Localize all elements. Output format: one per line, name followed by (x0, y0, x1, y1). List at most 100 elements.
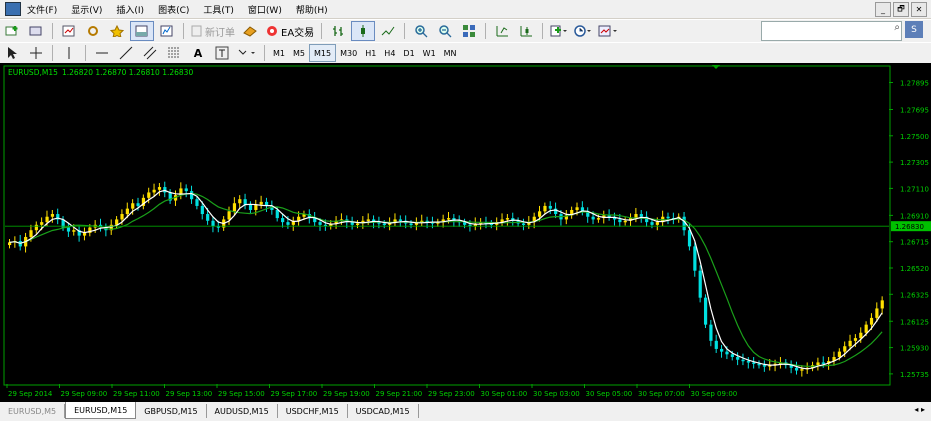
auto-scroll-icon[interactable] (515, 22, 537, 40)
price-tick-label: 1.25930 (900, 345, 929, 353)
tab-usdcad-m15[interactable]: USDCAD,M15 (348, 404, 419, 418)
tab-eurusd-m15[interactable]: EURUSD,M15 (65, 402, 137, 419)
timeframe-h4[interactable]: H4 (380, 45, 399, 61)
candle-body (709, 324, 713, 341)
candlestick-chart-icon[interactable] (351, 21, 376, 41)
terminal-icon[interactable] (130, 21, 154, 41)
timeframe-m15[interactable]: M15 (309, 44, 337, 62)
channel-icon[interactable] (139, 44, 161, 62)
close-button[interactable]: ✕ (911, 2, 927, 17)
timeframe-m1[interactable]: M1 (269, 45, 289, 61)
minimize-button[interactable]: _ (875, 2, 891, 17)
line-chart-icon[interactable] (377, 22, 399, 40)
candle-body (29, 230, 33, 237)
time-tick-label: 29 Sep 11:00 (113, 390, 160, 398)
candle-body (275, 209, 279, 219)
time-tick-label: 29 Sep 15:00 (218, 390, 265, 398)
indicators-icon[interactable] (548, 22, 570, 40)
candle-body (366, 219, 370, 221)
metaeditor-icon[interactable] (239, 22, 261, 40)
candle-body (50, 214, 55, 217)
candle-body (232, 203, 237, 212)
candle-body (816, 362, 820, 366)
candle-body (259, 201, 263, 205)
tab-scroll-arrows-icon[interactable]: ◂ ▸ (914, 405, 925, 414)
tab-gbpusd-m15[interactable]: GBPUSD,M15 (136, 404, 207, 418)
toolbar-separator (52, 23, 53, 39)
horizontal-line-icon[interactable] (91, 44, 113, 62)
tile-windows-icon[interactable] (458, 22, 480, 40)
new-chart-icon[interactable] (1, 22, 23, 40)
candle-body (120, 214, 124, 220)
restore-button[interactable]: 🗗 (893, 2, 909, 17)
arrows-dropdown-icon[interactable] (235, 44, 259, 62)
candle-body (200, 205, 204, 215)
menu-help[interactable]: 帮助(H) (296, 3, 328, 16)
time-tick-label: 30 Sep 03:00 (533, 390, 580, 398)
candle-body (147, 192, 151, 198)
timeframe-d1[interactable]: D1 (399, 45, 418, 61)
price-tick-label: 1.27695 (900, 106, 929, 114)
cursor-icon[interactable] (1, 44, 23, 62)
zoom-in-icon[interactable] (410, 22, 432, 40)
timeframe-m30[interactable]: M30 (336, 45, 361, 61)
candle-body (40, 222, 44, 225)
trendline-icon[interactable] (115, 44, 137, 62)
candle-body (693, 246, 697, 271)
tab-eurusd-m5[interactable]: EURUSD,M5 (0, 404, 66, 418)
price-tick-label: 1.26910 (900, 212, 929, 220)
menu-window[interactable]: 窗口(W) (248, 3, 282, 16)
bar-chart-icon[interactable] (327, 22, 349, 40)
price-tick-label: 1.27895 (900, 80, 929, 88)
toolbar-separator (264, 45, 265, 61)
favorites-icon[interactable] (106, 22, 128, 40)
toolbar-separator (85, 45, 86, 61)
candle-body (591, 216, 595, 220)
text-icon[interactable]: A (187, 44, 209, 62)
menu-file[interactable]: 文件(F) (27, 3, 57, 16)
candle-body (666, 216, 670, 219)
new-order-label: 新订单 (205, 27, 235, 39)
menu-charts[interactable]: 图表(C) (158, 3, 189, 16)
text-label-icon[interactable] (211, 44, 233, 62)
zoom-out-icon[interactable] (434, 22, 456, 40)
fibonacci-icon[interactable] (163, 44, 185, 62)
menu-insert[interactable]: 插入(I) (116, 3, 144, 16)
tab-usdchf-m15[interactable]: USDCHF,M15 (278, 404, 348, 418)
timeframe-m5[interactable]: M5 (289, 45, 309, 61)
signals-button[interactable]: S (905, 21, 923, 38)
price-tick-label: 1.26715 (900, 239, 929, 247)
search-icon[interactable]: ⌕ (894, 22, 900, 33)
chart-shift-icon[interactable] (491, 22, 513, 40)
candle-body (227, 211, 231, 220)
crosshair-icon[interactable] (25, 44, 47, 62)
menu-tools[interactable]: 工具(T) (203, 3, 234, 16)
candle-body (800, 369, 804, 371)
time-tick-label: 30 Sep 09:00 (691, 390, 738, 398)
tab-audusd-m15[interactable]: AUDUSD,M15 (207, 404, 278, 418)
candle-body (821, 362, 825, 364)
profiles-icon[interactable] (25, 22, 47, 40)
templates-icon[interactable] (596, 22, 620, 40)
timeframe-mn[interactable]: MN (440, 45, 461, 61)
search-input[interactable] (761, 21, 902, 41)
candle-body (736, 357, 740, 360)
navigator-icon[interactable] (82, 22, 104, 40)
new-order-button[interactable]: 新订单 (189, 22, 237, 40)
timeframe-h1[interactable]: H1 (361, 45, 380, 61)
timeframe-w1[interactable]: W1 (419, 45, 440, 61)
candle-body (794, 367, 799, 371)
window-controls: _ 🗗 ✕ (875, 2, 927, 17)
market-watch-icon[interactable] (58, 22, 80, 40)
toolbar-separator (542, 23, 544, 39)
strategy-tester-icon[interactable] (156, 22, 178, 40)
periods-icon[interactable] (572, 22, 594, 40)
candle-body (66, 227, 71, 232)
price-chart[interactable]: EURUSD,M15 1.26820 1.26870 1.26810 1.268… (0, 63, 931, 402)
candle-body (853, 338, 858, 341)
chart-canvas[interactable]: EURUSD,M15 1.26820 1.26870 1.26810 1.268… (0, 63, 931, 402)
candle-body (131, 203, 135, 209)
menu-view[interactable]: 显示(V) (71, 3, 102, 16)
vertical-line-icon[interactable] (58, 44, 80, 62)
ea-trading-button[interactable]: EA交易 (263, 22, 316, 40)
